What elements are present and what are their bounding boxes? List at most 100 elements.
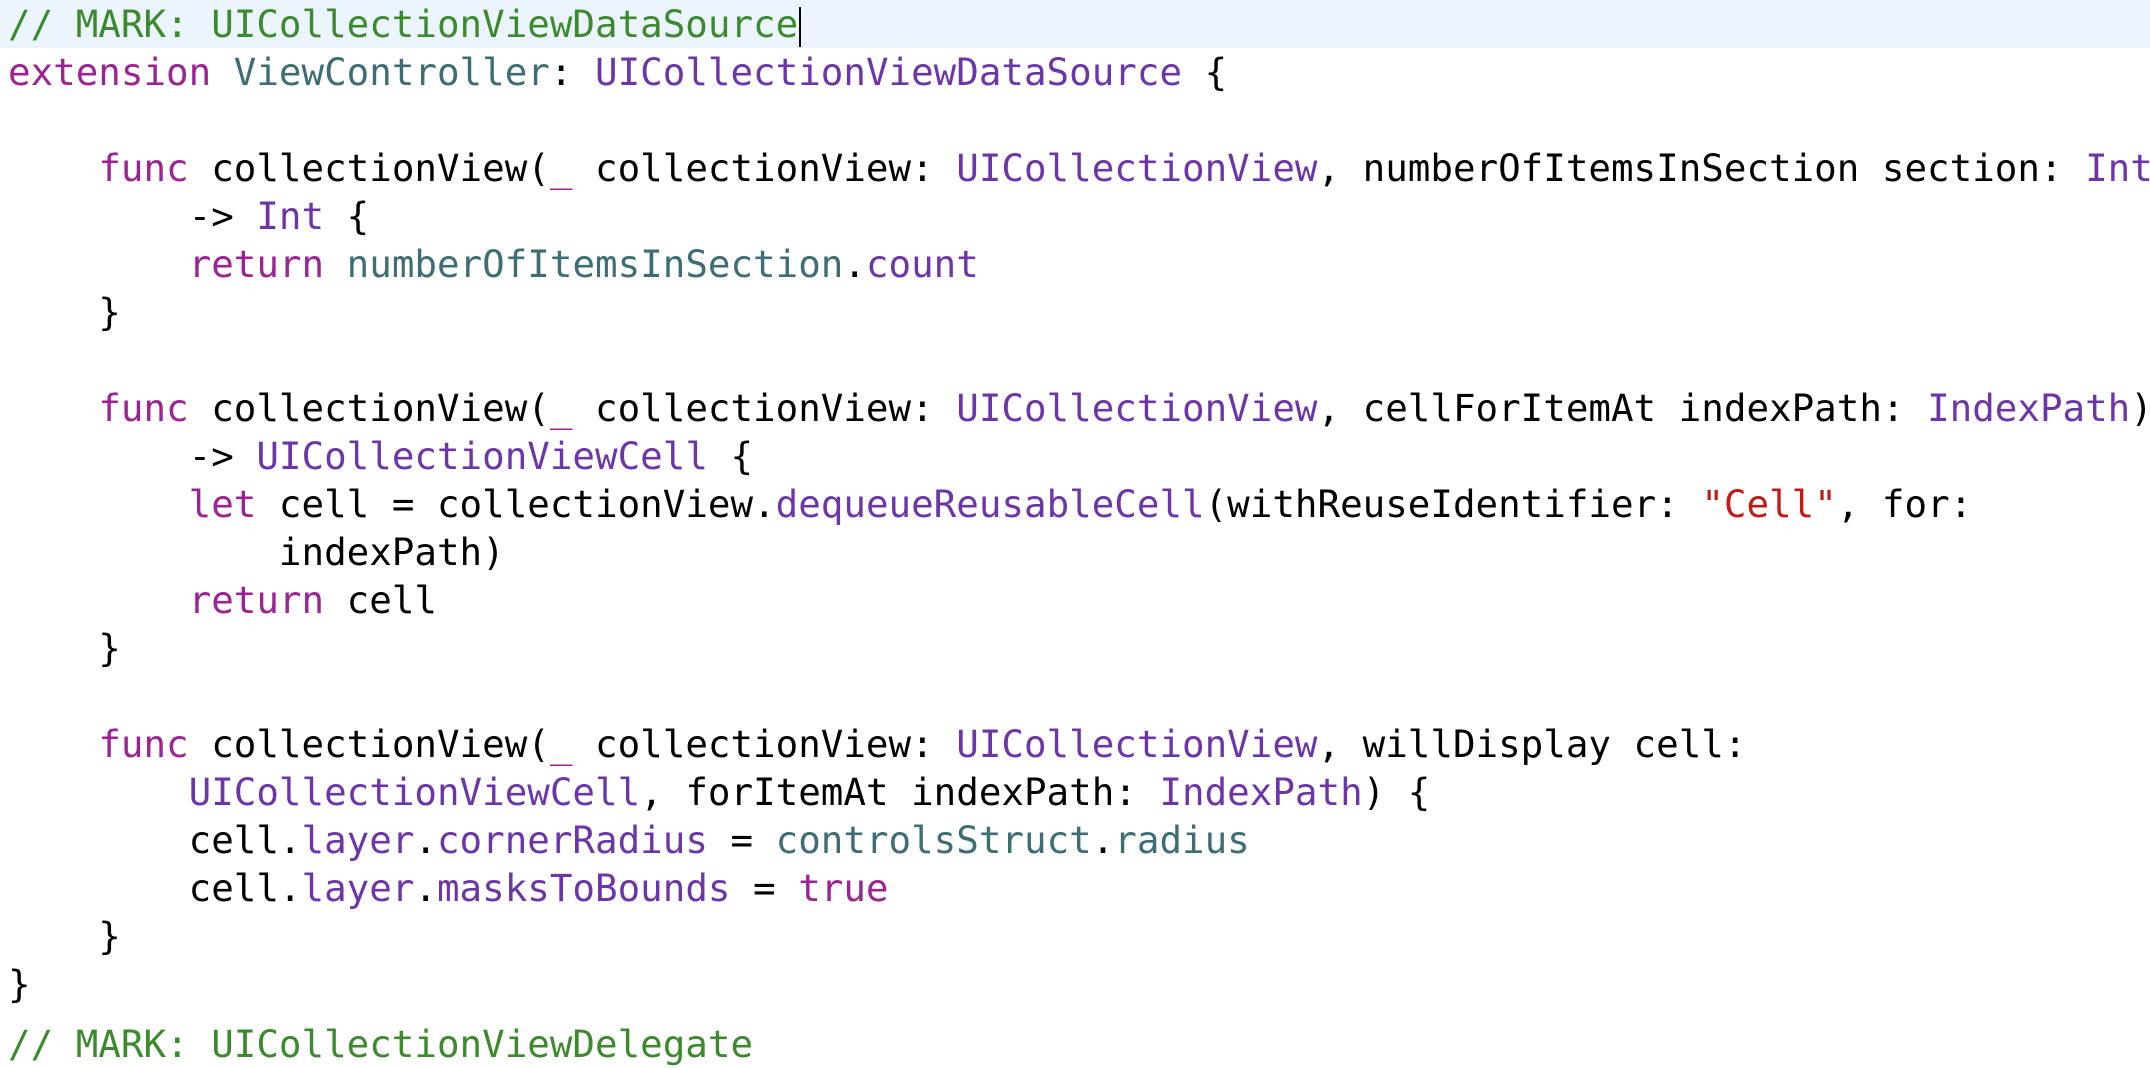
token-system-name: IndexPath	[1927, 386, 2131, 430]
token-system-name: Int	[2085, 146, 2150, 190]
token-system-name: UICollectionView	[956, 146, 1318, 190]
token-system-name: UICollectionViewDataSource	[595, 50, 1183, 94]
token-system-name: count	[865, 242, 979, 286]
code-line[interactable]: cell.layer.masksToBounds = true	[0, 864, 2150, 912]
token-comment: // MARK: UICollectionViewDelegate	[8, 1022, 754, 1066]
token-plain: }	[8, 914, 121, 958]
token-plain: ) {	[1362, 770, 1431, 814]
code-line[interactable]: extension ViewController: UICollectionVi…	[0, 48, 2150, 96]
token-plain: ->	[8, 194, 257, 238]
token-plain: cell.	[8, 866, 302, 910]
token-string: "Cell"	[1701, 482, 1837, 526]
token-plain: =	[707, 818, 776, 862]
code-line[interactable]: let cell = collectionView.dequeueReusabl…	[0, 480, 2150, 528]
token-keyword: func	[98, 146, 189, 190]
text-cursor	[799, 6, 802, 47]
code-line-clipped[interactable]: // MARK: UICollectionViewDelegate	[0, 1020, 2150, 1068]
code-line[interactable]: func collectionView(_ collectionView: UI…	[0, 144, 2150, 192]
code-line[interactable]: func collectionView(_ collectionView: UI…	[0, 384, 2150, 432]
token-plain: collectionView:	[572, 146, 957, 190]
token-system-name: Int	[256, 194, 325, 238]
token-plain: , willDisplay cell:	[1317, 722, 1747, 766]
token-plain: {	[324, 194, 370, 238]
token-plain: (withReuseIdentifier:	[1204, 482, 1702, 526]
token-system-name: IndexPath	[1159, 770, 1363, 814]
token-plain: collectionView(	[188, 386, 550, 430]
code-line[interactable]	[0, 96, 2150, 144]
code-line[interactable]: }	[0, 624, 2150, 672]
token-plain: indexPath)	[8, 530, 505, 574]
token-plain: , forItemAt indexPath:	[640, 770, 1160, 814]
token-plain: .	[843, 242, 866, 286]
token-project-name: numberOfItemsInSection	[346, 242, 844, 286]
token-project-name: controlsStruct	[775, 818, 1092, 862]
token-plain: collectionView(	[188, 722, 550, 766]
token-system-name: layer	[301, 866, 415, 910]
token-keyword: _	[549, 386, 573, 430]
token-plain: cell = collectionView.	[256, 482, 776, 526]
code-line[interactable]: }	[0, 912, 2150, 960]
token-plain: .	[414, 866, 437, 910]
token-plain: collectionView(	[188, 146, 550, 190]
token-plain: {	[707, 434, 754, 478]
token-keyword: func	[98, 386, 189, 430]
source-editor[interactable]: // MARK: UICollectionViewDataSource exten…	[0, 0, 2150, 1066]
token-plain: collectionView:	[572, 722, 957, 766]
token-plain: :	[549, 50, 596, 94]
code-line-current[interactable]: // MARK: UICollectionViewDataSource	[0, 0, 2150, 48]
token-system-name: masksToBounds	[436, 866, 731, 910]
code-line[interactable]: indexPath)	[0, 528, 2150, 576]
token-keyword: let	[188, 482, 257, 526]
code-line[interactable]: }	[0, 960, 2150, 1008]
token-project-name: ViewController	[233, 50, 550, 94]
token-system-name: UICollectionView	[956, 722, 1318, 766]
token-keyword: func	[98, 722, 189, 766]
token-plain: .	[414, 818, 437, 862]
code-line[interactable]: return cell	[0, 576, 2150, 624]
code-line[interactable]: -> Int {	[0, 192, 2150, 240]
token-keyword: return	[188, 578, 325, 622]
token-system-name: UICollectionViewCell	[188, 770, 641, 814]
token-system-name: UICollectionViewCell	[256, 434, 708, 478]
token-keyword: _	[549, 722, 573, 766]
code-line[interactable]: UICollectionViewCell, forItemAt indexPat…	[0, 768, 2150, 816]
token-plain: }	[8, 290, 121, 334]
token-plain: , numberOfItemsInSection section:	[1317, 146, 2086, 190]
token-keyword: _	[549, 146, 573, 190]
token-plain: cell	[324, 578, 437, 622]
code-line[interactable]: return numberOfItemsInSection.count	[0, 240, 2150, 288]
token-project-name: radius	[1114, 818, 1250, 862]
code-line[interactable]	[0, 672, 2150, 720]
token-plain: {	[1182, 50, 1228, 94]
token-keyword: true	[798, 866, 889, 910]
code-line[interactable]	[0, 336, 2150, 384]
token-plain: cell.	[8, 818, 302, 862]
token-system-name: dequeueReusableCell	[775, 482, 1205, 526]
token-plain: }	[8, 962, 31, 1006]
token-plain: ->	[8, 434, 257, 478]
token-plain: , for:	[1836, 482, 1973, 526]
token-comment: // MARK: UICollectionViewDataSource	[8, 2, 799, 46]
token-plain: }	[8, 626, 121, 670]
code-line[interactable]: cell.layer.cornerRadius = controlsStruct…	[0, 816, 2150, 864]
code-line[interactable]: }	[0, 288, 2150, 336]
token-plain: =	[730, 866, 799, 910]
token-plain: .	[1091, 818, 1115, 862]
token-plain: )	[2130, 386, 2150, 430]
token-system-name: UICollectionView	[956, 386, 1318, 430]
token-keyword: extension	[8, 50, 212, 94]
token-system-name: cornerRadius	[436, 818, 708, 862]
token-plain: , cellForItemAt indexPath:	[1317, 386, 1928, 430]
code-line[interactable]: func collectionView(_ collectionView: UI…	[0, 720, 2150, 768]
token-system-name: layer	[301, 818, 415, 862]
code-line[interactable]: -> UICollectionViewCell {	[0, 432, 2150, 480]
